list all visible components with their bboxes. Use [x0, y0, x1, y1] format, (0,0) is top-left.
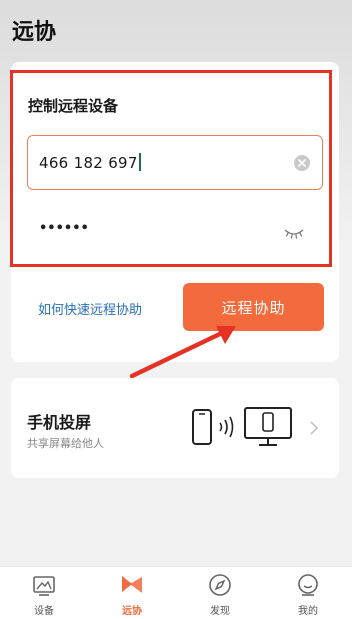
tab-devices[interactable]: 设备	[0, 567, 88, 619]
tab-label-remote-assist: 远协	[122, 606, 142, 617]
device-icon	[33, 576, 55, 596]
tab-label-devices: 设备	[34, 606, 54, 617]
bottom-tab-bar: 设备 远协 发现 我的	[0, 566, 352, 619]
tab-profile[interactable]: 我的	[264, 567, 352, 619]
phone-to-monitor-icon	[192, 407, 292, 446]
chevron-right-icon	[310, 421, 318, 435]
screen-cast-subtitle: 共享屏幕给他人	[27, 437, 104, 450]
remote-assist-icon	[122, 576, 142, 593]
compass-icon	[209, 574, 231, 596]
help-link[interactable]: 如何快速远程协助	[38, 299, 142, 318]
profile-icon	[298, 574, 318, 596]
tab-label-profile: 我的	[298, 606, 318, 617]
tab-discover[interactable]: 发现	[176, 567, 264, 619]
screen-cast-title: 手机投屏	[27, 413, 92, 432]
annotation-arrow	[129, 326, 236, 379]
password-value: ••••••	[39, 221, 89, 236]
text-caret	[138, 153, 141, 171]
eye-closed-icon[interactable]	[284, 224, 304, 243]
section-title: 控制远程设备	[28, 97, 119, 115]
tab-remote-assist[interactable]: 远协	[88, 567, 176, 619]
page-title: 远协	[12, 20, 57, 45]
device-id-value: 466 182 697	[39, 153, 141, 172]
clear-icon[interactable]	[294, 155, 310, 171]
password-field[interactable]: ••••••	[27, 212, 323, 256]
tab-label-discover: 发现	[210, 606, 230, 617]
device-id-field[interactable]: 466 182 697	[27, 135, 323, 190]
screen-cast-card[interactable]: 手机投屏 共享屏幕给他人	[11, 378, 339, 478]
